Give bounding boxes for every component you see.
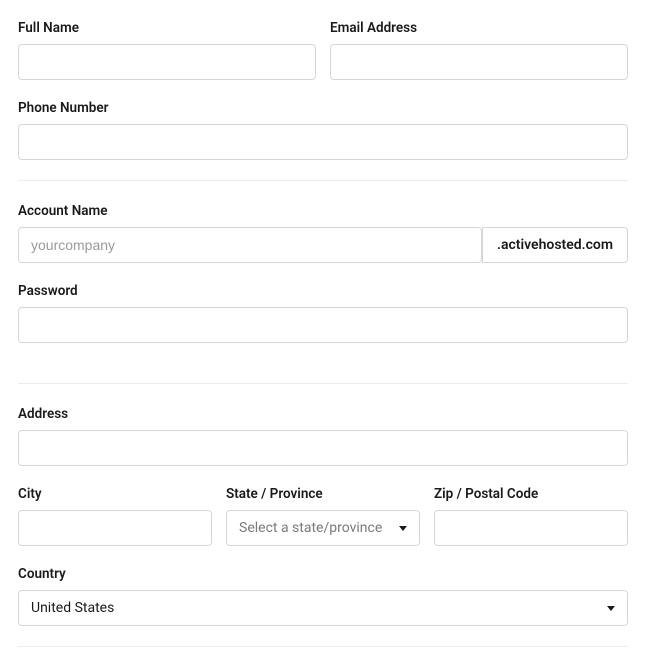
email-input[interactable] [330,44,628,80]
section-divider-3 [18,646,628,647]
state-label: State / Province [226,486,420,502]
country-field: Country United States [18,566,628,626]
password-field: Password [18,283,628,343]
email-field: Email Address [330,20,628,80]
chevron-down-icon [607,606,615,611]
phone-field: Phone Number [18,100,628,160]
city-label: City [18,486,212,502]
account-domain-suffix: .activehosted.com [482,227,628,263]
zip-label: Zip / Postal Code [434,486,628,502]
account-name-input[interactable] [18,227,482,263]
phone-input[interactable] [18,124,628,160]
city-input[interactable] [18,510,212,546]
country-label: Country [18,566,628,582]
address-label: Address [18,406,628,422]
state-field: State / Province Select a state/province [226,486,420,546]
chevron-down-icon [399,526,407,531]
full-name-field: Full Name [18,20,316,80]
address-field: Address [18,406,628,466]
phone-label: Phone Number [18,100,628,116]
state-select[interactable]: Select a state/province [226,510,420,546]
country-select-text: United States [31,600,114,616]
password-input[interactable] [18,307,628,343]
account-name-label: Account Name [18,203,628,219]
state-select-text: Select a state/province [239,520,382,536]
section-divider-1 [18,180,628,181]
zip-input[interactable] [434,510,628,546]
email-label: Email Address [330,20,628,36]
zip-field: Zip / Postal Code [434,486,628,546]
account-name-field: Account Name .activehosted.com [18,203,628,263]
section-divider-2 [18,383,628,384]
address-input[interactable] [18,430,628,466]
full-name-input[interactable] [18,44,316,80]
city-field: City [18,486,212,546]
password-label: Password [18,283,628,299]
full-name-label: Full Name [18,20,316,36]
country-select[interactable]: United States [18,590,628,626]
